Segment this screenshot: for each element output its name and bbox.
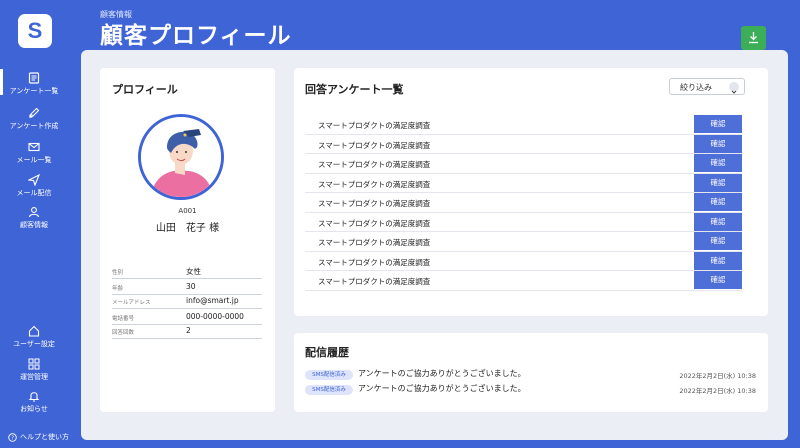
survey-row: スマートプロダクトの満足度調査 確認 [305, 154, 742, 174]
status-badge: SMS配信済み [305, 385, 353, 395]
survey-row: スマートプロダクトの満足度調査 確認 [305, 251, 742, 271]
delivery-message: アンケートのご協力ありがとうございました。 [358, 384, 526, 393]
field-key: メールアドレス [112, 300, 151, 306]
sidebar-item-notifications[interactable]: お知らせ [0, 390, 68, 414]
avatar-illustration [141, 117, 221, 197]
confirm-button[interactable]: 確認 [694, 232, 742, 250]
sidebar-item-user-settings[interactable]: ユーザー設定 [0, 325, 68, 349]
sidebar-item-label: メール配信 [16, 189, 52, 197]
sidebar-item-label: お知らせ [20, 405, 48, 413]
survey-name: スマートプロダクトの満足度調査 [318, 179, 431, 189]
confirm-button[interactable]: 確認 [694, 271, 742, 289]
delivery-timestamp: 2022年2月2日(水) 10:38 [679, 372, 756, 380]
field-key: 回答回数 [112, 330, 135, 336]
sidebar-item-label: 運営管理 [20, 373, 48, 381]
home-icon [28, 325, 40, 337]
field-value: info@smart.jp [186, 296, 239, 305]
customer-name: 山田 花子 様 [155, 223, 220, 234]
field-key: 電話番号 [112, 316, 135, 322]
survey-row: スマートプロダクトの満足度調査 確認 [305, 232, 742, 252]
sidebar-item-label: アンケート作成 [9, 122, 59, 130]
survey-row: スマートプロダクトの満足度調査 確認 [305, 115, 742, 135]
sidebar-item-survey-list[interactable]: アンケート一覧 [0, 69, 68, 96]
sidebar-item-label: ユーザー設定 [13, 340, 55, 348]
delivery-row: SMS配信済み アンケートのご協力ありがとうございました。 2022年2月2日(… [305, 383, 756, 397]
grid-icon [28, 358, 40, 370]
survey-list-title: 回答アンケート一覧 [305, 83, 404, 96]
delivery-row: SMS配信済み アンケートのご協力ありがとうございました。 2022年2月2日(… [305, 368, 756, 382]
survey-name: スマートプロダクトの満足度調査 [318, 218, 431, 228]
confirm-button[interactable]: 確認 [694, 212, 742, 231]
avatar [138, 114, 224, 200]
confirm-button[interactable]: 確認 [694, 154, 742, 172]
confirm-button[interactable]: 確認 [694, 173, 742, 192]
filter-label: 絞り込み [680, 83, 712, 92]
user-icon [28, 207, 40, 218]
sidebar-item-mail-list[interactable]: メール一覧 [0, 141, 68, 165]
survey-row: スマートプロダクトの満足度調査 確認 [305, 271, 742, 291]
field-value: 000-0000-0000 [186, 312, 244, 321]
field-value: 2 [186, 326, 191, 335]
profile-field-row: メールアドレス info@smart.jp [112, 296, 262, 309]
survey-row: スマートプロダクトの満足度調査 確認 [305, 173, 742, 193]
survey-name: スマートプロダクトの満足度調査 [318, 257, 431, 267]
download-button[interactable] [741, 26, 766, 50]
bell-icon [28, 392, 40, 402]
survey-name: スマートプロダクトの満足度調査 [318, 121, 431, 130]
profile-field-row: 性別 女性 [112, 266, 262, 279]
help-icon: ? [8, 432, 17, 442]
send-icon [28, 174, 40, 186]
sidebar-item-customer-info[interactable]: 顧客情報 [0, 206, 68, 230]
delivery-timestamp: 2022年2月2日(水) 10:38 [679, 387, 756, 395]
field-value: 女性 [186, 267, 201, 276]
list-icon [28, 72, 40, 84]
survey-row: スマートプロダクトの満足度調査 確認 [305, 212, 742, 232]
chevron-down-icon [729, 82, 739, 94]
survey-name: スマートプロダクトの満足度調査 [318, 160, 431, 169]
profile-field-row: 回答回数 2 [112, 326, 262, 339]
survey-name: スマートプロダクトの満足度調査 [318, 140, 431, 150]
confirm-button[interactable]: 確認 [694, 251, 742, 270]
confirm-button[interactable]: 確認 [694, 134, 742, 153]
survey-name: スマートプロダクトの満足度調査 [318, 199, 431, 208]
field-value: 30 [186, 282, 196, 291]
field-key: 性別 [112, 270, 124, 276]
survey-name: スマートプロダクトの満足度調査 [318, 277, 431, 286]
sidebar: S アンケート一覧 アンケート作成 メール一覧 メール配信 顧客情報 ユーザー設… [0, 0, 68, 448]
field-key: 年齢 [112, 286, 124, 292]
survey-row: スマートプロダクトの満足度調査 確認 [305, 193, 742, 213]
edit-icon [29, 107, 40, 118]
profile-field-row: 年齢 30 [112, 282, 262, 295]
help-label: ヘルプと使い方 [20, 433, 69, 441]
confirm-button[interactable]: 確認 [694, 193, 742, 211]
filter-dropdown[interactable]: 絞り込み [669, 78, 745, 95]
sidebar-item-label: メール一覧 [16, 156, 52, 164]
mail-icon [28, 142, 40, 152]
status-badge: SMS配信済み [305, 370, 353, 380]
app-logo[interactable]: S [18, 14, 52, 48]
profile-title: プロフィール [112, 83, 178, 96]
sidebar-item-mail-send[interactable]: メール配信 [0, 174, 68, 198]
sidebar-item-survey-create[interactable]: アンケート作成 [0, 107, 68, 131]
help-link[interactable]: ? ヘルプと使い方 [8, 432, 69, 442]
confirm-button[interactable]: 確認 [694, 115, 742, 133]
delivery-history-title: 配信履歴 [305, 346, 349, 359]
sidebar-item-admin[interactable]: 運営管理 [0, 358, 68, 382]
profile-field-row: 電話番号 000-0000-0000 [112, 312, 262, 325]
delivery-message: アンケートのご協力ありがとうございました。 [358, 369, 526, 378]
survey-name: スマートプロダクトの満足度調査 [318, 238, 431, 247]
download-icon [749, 32, 758, 44]
customer-id: A001 [178, 207, 197, 215]
sidebar-item-label: 顧客情報 [20, 221, 48, 229]
survey-row: スマートプロダクトの満足度調査 確認 [305, 134, 742, 154]
sidebar-item-label: アンケート一覧 [9, 87, 59, 95]
page-title: 顧客プロフィール [100, 23, 292, 49]
svg-text:?: ? [11, 435, 14, 441]
